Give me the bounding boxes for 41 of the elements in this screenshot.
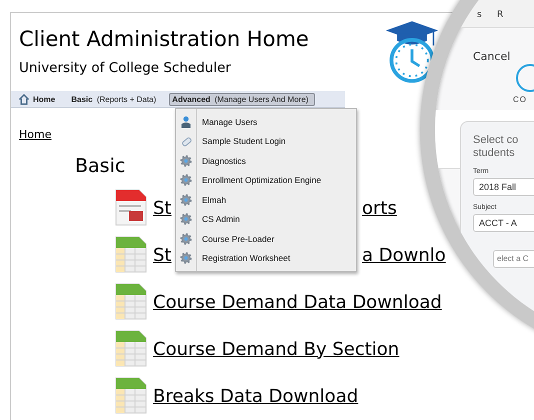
- home-menu[interactable]: Home: [15, 92, 62, 106]
- logo-text: CO: [513, 95, 527, 104]
- menu-item[interactable]: Elmah: [202, 194, 226, 205]
- download-link[interactable]: orts: [362, 198, 397, 218]
- spreadsheet-file-icon: [115, 283, 147, 321]
- spreadsheet-file-icon: [115, 377, 147, 415]
- nav-link[interactable]: R: [497, 10, 504, 20]
- page-subtitle: University of College Scheduler: [19, 60, 232, 76]
- menu-item[interactable]: Enrollment Optimization Engine: [202, 175, 322, 186]
- pdf-file-icon: [115, 189, 147, 227]
- gear-icon: [180, 232, 192, 245]
- cancel-link[interactable]: Cancel: [473, 50, 510, 63]
- section-menu[interactable]: Basic (Reports + Data): [68, 92, 164, 106]
- download-link[interactable]: Breaks Data Download: [153, 386, 358, 406]
- gear-icon: [180, 213, 192, 226]
- select-field[interactable]: elect a C: [493, 250, 534, 268]
- home-link[interactable]: Home: [19, 128, 52, 141]
- menu-item[interactable]: CS Admin: [202, 214, 240, 224]
- section-menu[interactable]: Advanced (Manage Users And More): [169, 92, 316, 106]
- gear-icon: [180, 252, 192, 264]
- user-icon: [181, 116, 191, 128]
- download-link[interactable]: Course Demand By Section: [153, 338, 400, 360]
- spreadsheet-file-icon: [115, 330, 147, 368]
- menu-item[interactable]: Sample Student Login: [202, 136, 286, 146]
- select-field[interactable]: 2018 Fall: [473, 178, 534, 196]
- nav-link[interactable]: s: [477, 10, 482, 20]
- menu-item[interactable]: Registration Worksheet: [202, 253, 290, 264]
- gear-icon: [180, 154, 192, 167]
- home-icon: [18, 94, 30, 104]
- section-heading: Basic: [75, 155, 126, 177]
- card-heading: Select co students: [473, 134, 520, 160]
- gear-icon: [180, 174, 192, 186]
- download-link[interactable]: Course Demand Data Download: [153, 292, 442, 312]
- menu-item[interactable]: Diagnostics: [202, 156, 246, 166]
- select-field[interactable]: ACCT - A: [473, 214, 534, 232]
- gear-icon: [180, 194, 192, 206]
- menu-item[interactable]: Course Pre-Loader: [202, 234, 274, 244]
- spreadsheet-file-icon: [115, 236, 147, 274]
- download-link[interactable]: a Downlo: [362, 244, 446, 266]
- menu-item[interactable]: Manage Users: [202, 116, 258, 127]
- page-title: Client Administration Home: [19, 27, 310, 51]
